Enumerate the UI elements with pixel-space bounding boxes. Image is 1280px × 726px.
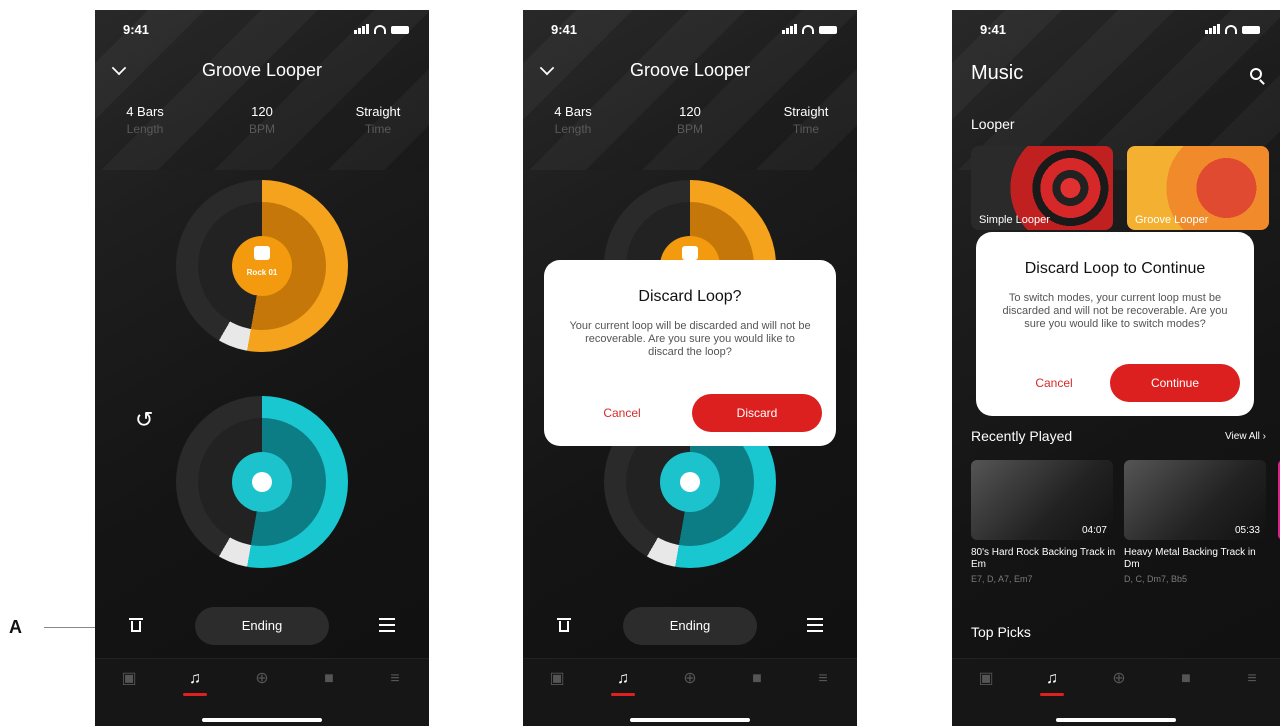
store-icon[interactable]: ▣ — [119, 671, 139, 687]
loop-ring-drums[interactable]: Rock 01 — [176, 180, 348, 352]
phone-screen-discard-dialog: 9:41 Groove Looper 4 Bars Length 120 BPM S… — [523, 10, 857, 726]
music-note-icon[interactable]: ♫ — [1040, 671, 1064, 696]
ending-button[interactable]: Ending — [623, 607, 757, 645]
tab-bar: ▣ ♫ ⊕ ■ ≡ — [523, 658, 857, 726]
discard-loop-dialog: Discard Loop? Your current loop will be … — [544, 260, 836, 446]
settings-sliders-icon[interactable] — [379, 618, 395, 632]
drum-track-button[interactable]: Rock 01 — [232, 236, 292, 296]
dialog-body: To switch modes, your current loop must … — [1002, 292, 1228, 330]
home-indicator — [1056, 718, 1176, 722]
time-stat[interactable]: Straight Time — [338, 104, 418, 136]
ending-button[interactable]: Ending — [195, 607, 329, 645]
screen-title: Groove Looper — [629, 60, 751, 80]
undo-icon[interactable]: ↺ — [135, 407, 153, 433]
top-picks-title: Top Picks — [971, 624, 1031, 640]
continue-button[interactable]: Continue — [1110, 364, 1240, 402]
groove-looper-card[interactable]: Groove Looper — [1127, 146, 1269, 230]
owl-icon — [682, 246, 698, 260]
page-title: Music — [971, 62, 1024, 84]
signal-icon — [782, 24, 797, 34]
status-bar: 9:41 — [123, 22, 409, 38]
status-time: 9:41 — [980, 22, 1007, 37]
battery-icon — [819, 26, 837, 34]
video-icon[interactable]: ■ — [1176, 671, 1196, 687]
battery-icon — [1242, 26, 1260, 34]
wifi-icon — [1225, 25, 1237, 34]
dialog-title: Discard Loop to Continue — [1024, 260, 1206, 277]
record-button[interactable] — [660, 452, 720, 512]
length-stat[interactable]: 4 Bars Length — [533, 104, 613, 136]
time-stat[interactable]: Straight Time — [766, 104, 846, 136]
signal-icon — [354, 24, 369, 34]
track-thumbnail[interactable]: 04:07 — [971, 460, 1113, 540]
wifi-icon — [374, 25, 386, 34]
dialog-body: Your current loop will be discarded and … — [569, 320, 811, 358]
settings-sliders-icon[interactable] — [807, 618, 823, 632]
menu-icon[interactable]: ≡ — [385, 671, 405, 687]
trash-icon[interactable] — [129, 616, 143, 632]
music-note-icon[interactable]: ♫ — [611, 671, 635, 696]
recently-played-title: Recently Played — [971, 428, 1073, 444]
cancel-button[interactable]: Cancel — [1004, 376, 1104, 390]
video-icon[interactable]: ■ — [747, 671, 767, 687]
screen-title: Groove Looper — [201, 60, 323, 80]
track-thumbnail[interactable]: 05:33 — [1124, 460, 1266, 540]
bpm-stat[interactable]: 120 BPM — [650, 104, 730, 136]
status-bar: 9:41 — [980, 22, 1260, 38]
store-icon[interactable]: ▣ — [976, 671, 996, 687]
cancel-button[interactable]: Cancel — [572, 406, 672, 420]
home-indicator — [630, 718, 750, 722]
store-icon[interactable]: ▣ — [547, 671, 567, 687]
dialog-title: Discard Loop? — [638, 288, 742, 305]
annotation-label: A — [9, 617, 22, 637]
owl-icon — [254, 246, 270, 260]
view-all-link[interactable]: View All › — [1225, 431, 1266, 442]
video-icon[interactable]: ■ — [319, 671, 339, 687]
track-item[interactable]: 80's Hard Rock Backing Track in Em E7, D,… — [971, 547, 1116, 585]
menu-icon[interactable]: ≡ — [813, 671, 833, 687]
home-indicator — [202, 718, 322, 722]
tab-bar: ▣ ♫ ⊕ ■ ≡ — [952, 658, 1280, 726]
bpm-stat[interactable]: 120 BPM — [222, 104, 302, 136]
search-icon[interactable] — [1250, 68, 1262, 80]
length-stat[interactable]: 4 Bars Length — [105, 104, 185, 136]
record-button[interactable] — [232, 452, 292, 512]
plus-circle-icon[interactable]: ⊕ — [252, 671, 272, 687]
wifi-icon — [802, 25, 814, 34]
loop-ring-record[interactable] — [176, 396, 348, 568]
phone-screen-looper: 9:41 Groove Looper 4 Bars Length 120 BPM S… — [95, 10, 429, 726]
status-time: 9:41 — [123, 22, 150, 37]
track-label: Rock 01 — [246, 268, 278, 277]
trash-icon[interactable] — [557, 616, 571, 632]
phone-screen-music: 9:41 Music Looper Simple Looper Groove L… — [952, 10, 1280, 726]
signal-icon — [1205, 24, 1220, 34]
tab-bar: ▣ ♫ ⊕ ■ ≡ — [95, 658, 429, 726]
plus-circle-icon[interactable]: ⊕ — [680, 671, 700, 687]
discard-button[interactable]: Discard — [692, 394, 822, 432]
battery-icon — [391, 26, 409, 34]
music-note-icon[interactable]: ♫ — [183, 671, 207, 696]
discard-loop-continue-dialog: Discard Loop to Continue To switch modes… — [976, 232, 1254, 416]
status-bar: 9:41 — [551, 22, 837, 38]
simple-looper-card[interactable]: Simple Looper — [971, 146, 1113, 230]
status-time: 9:41 — [551, 22, 578, 37]
looper-section-title: Looper — [971, 116, 1015, 132]
plus-circle-icon[interactable]: ⊕ — [1109, 671, 1129, 687]
track-item[interactable]: Heavy Metal Backing Track in Dm D, C, Dm7… — [1124, 547, 1269, 585]
menu-icon[interactable]: ≡ — [1242, 671, 1262, 687]
